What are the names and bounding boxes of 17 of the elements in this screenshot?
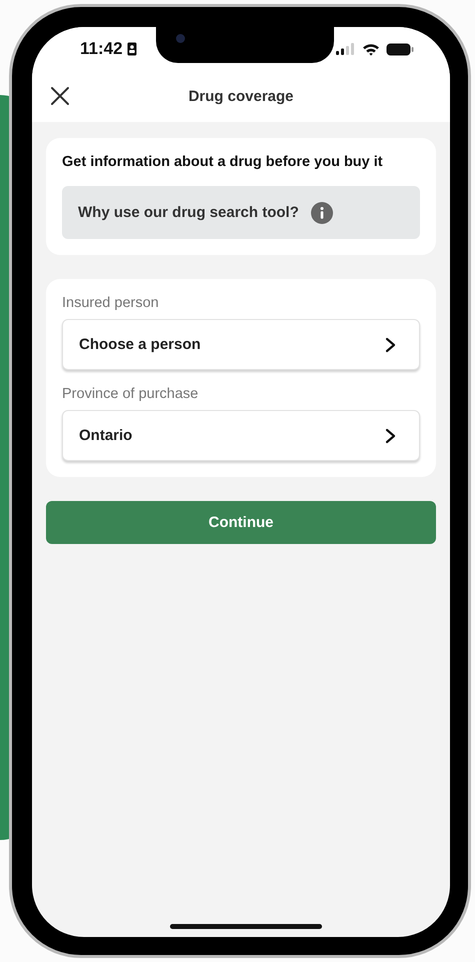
screen-title: Drug coverage [188, 88, 294, 105]
select-field[interactable]: Ontario [62, 410, 420, 461]
select-field[interactable]: Choose a person [62, 319, 420, 370]
field-label: Insured person [62, 295, 160, 311]
status-time: 11:42 [80, 39, 123, 59]
wifi-icon [362, 42, 380, 56]
field-label: Province of purchase [62, 386, 200, 402]
info-button[interactable]: Why use our drug search tool? [62, 186, 420, 239]
chevron-right-icon [385, 336, 397, 352]
chevron-right-icon [385, 428, 397, 444]
info-icon [310, 202, 333, 224]
continue-button[interactable]: Continue [46, 501, 436, 544]
battery-icon [386, 42, 414, 56]
id-card-icon [126, 42, 137, 56]
close-button[interactable] [50, 86, 70, 106]
signal-icon [336, 43, 356, 55]
card-heading: Get information about a drug before you buy it [62, 154, 384, 170]
